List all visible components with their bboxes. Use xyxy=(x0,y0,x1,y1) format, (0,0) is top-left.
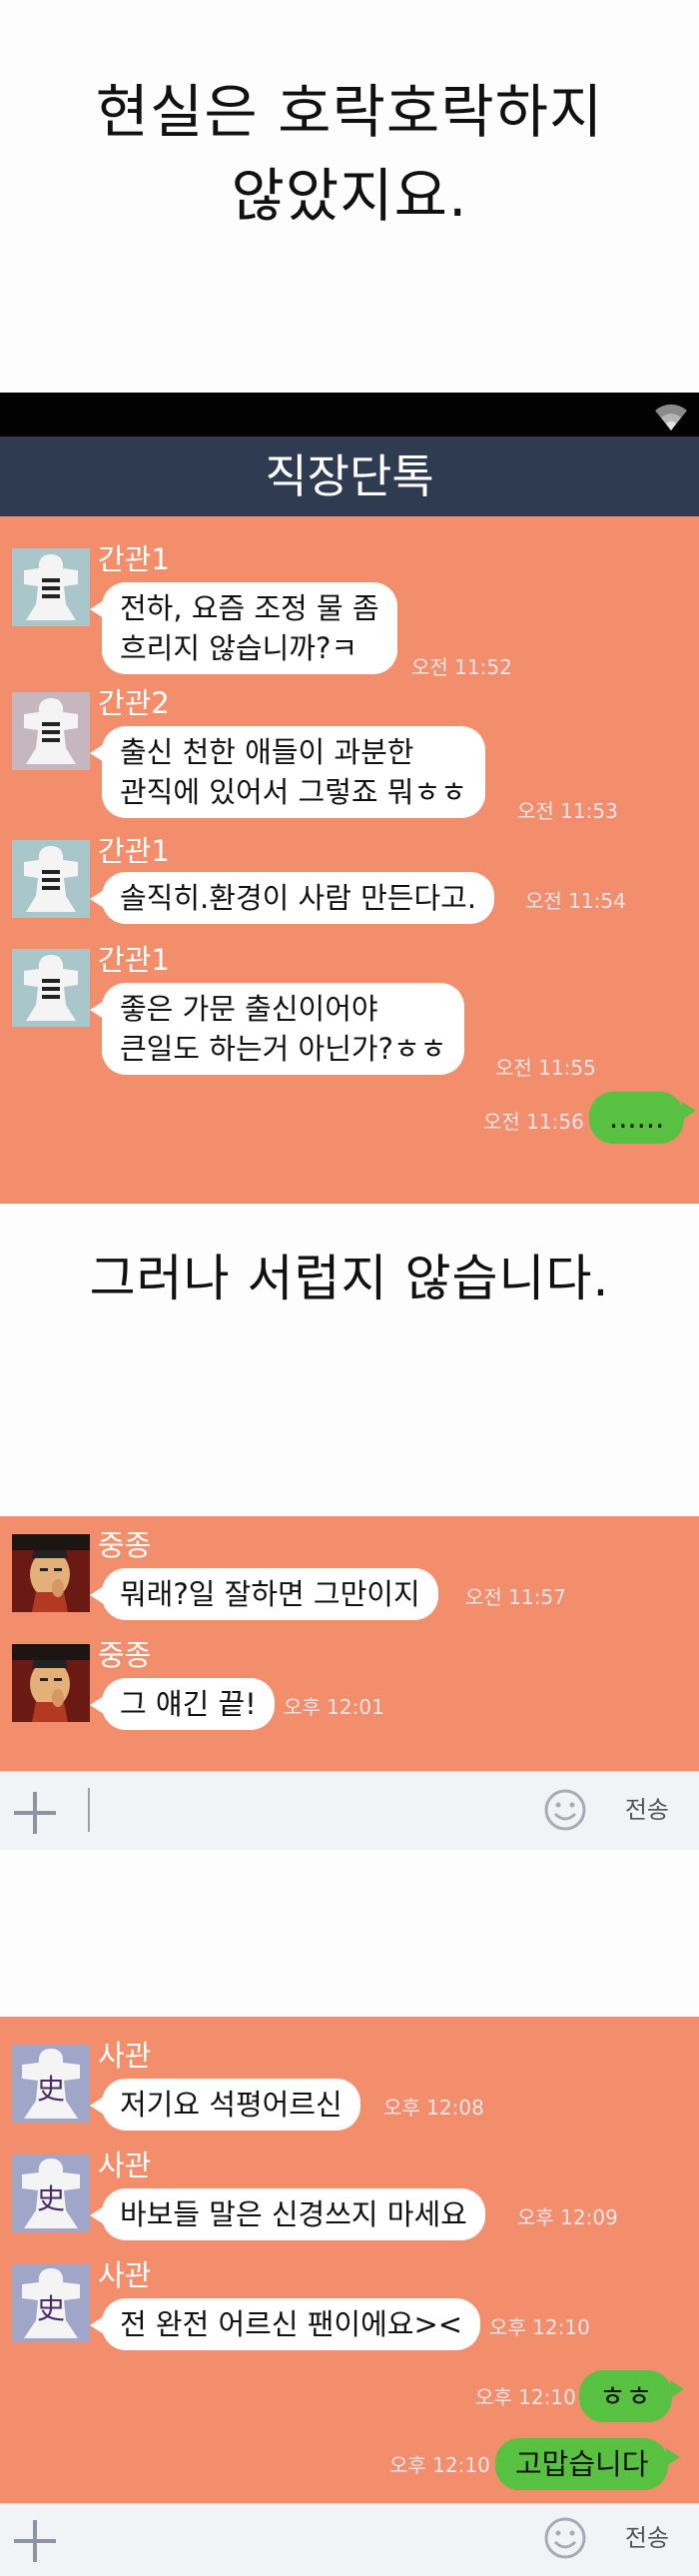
plus-icon[interactable] xyxy=(12,1790,58,1836)
message-time: 오후 12:10 xyxy=(489,2315,590,2339)
chat-title-bar: 직장단톡 xyxy=(0,436,699,516)
king-avatar-icon xyxy=(12,1534,90,1612)
caption-top: 현실은 호락호락하지 않았지요. xyxy=(0,70,699,238)
sender-name: 중종 xyxy=(98,1638,152,1672)
message-bubble[interactable]: 출신 천한 애들이 과분한 관직에 있어서 그렇죠 뭐ㅎㅎ xyxy=(90,726,485,818)
message-bubble[interactable]: 솔직히.환경이 사람 만든다고. xyxy=(89,872,495,924)
my-message-bubble[interactable]: ...... xyxy=(589,1092,697,1144)
message-text-line1: 좋은 가문 출신이어야 xyxy=(120,992,378,1026)
avatar[interactable] xyxy=(12,840,90,918)
message-text-line2: 관직에 있어서 그렇죠 뭐ㅎㅎ xyxy=(120,775,467,809)
message-bubble[interactable]: 전하, 요즘 조정 물 좀 흐리지 않습니까?ㅋ xyxy=(90,582,397,674)
message-text: 솔직히.환경이 사람 만든다고. xyxy=(120,881,477,915)
my-message-time: 오후 12:10 xyxy=(475,2385,576,2409)
sender-name: 사관 xyxy=(98,2039,152,2073)
my-message-bubble[interactable]: ㅎㅎ xyxy=(579,2370,685,2422)
avatar[interactable] xyxy=(12,692,90,770)
my-message-time: 오전 11:56 xyxy=(483,1110,584,1134)
avatar[interactable] xyxy=(12,949,90,1027)
send-button[interactable]: 전송 xyxy=(625,1794,669,1826)
message-time: 오후 12:08 xyxy=(383,2096,484,2120)
chat-area-1: 간관1 전하, 요즘 조정 물 좀 흐리지 않습니까?ㅋ 오전 11:52 간관… xyxy=(0,516,699,1204)
message-bubble[interactable]: 그 얘긴 끝! xyxy=(90,1678,275,1730)
caption-middle: 그러나 서럽지 않습니다. xyxy=(89,1250,610,1307)
sender-name: 간관1 xyxy=(98,943,170,977)
caption-top-line1: 현실은 호락호락하지 xyxy=(95,78,604,146)
message-time: 오후 12:09 xyxy=(517,2205,618,2229)
avatar[interactable] xyxy=(12,1534,90,1612)
official-avatar-icon xyxy=(12,949,90,1027)
message-text-line2: 큰일도 하는거 아닌가?ㅎㅎ xyxy=(120,1032,447,1066)
message-bubble[interactable]: 저기요 석평어르신 xyxy=(90,2079,360,2131)
text-input-cursor[interactable] xyxy=(88,1788,90,1832)
message-text: 바보들 말은 신경쓰지 마세요 xyxy=(120,2197,467,2231)
emoticon-icon[interactable] xyxy=(543,1788,587,1832)
message-input-bar: 전송 xyxy=(0,2503,699,2576)
avatar[interactable]: 史 xyxy=(12,2264,90,2342)
avatar[interactable]: 史 xyxy=(12,2045,90,2123)
scribe-avatar-icon: 史 xyxy=(12,2154,90,2232)
message-text-line1: 전하, 요즘 조정 물 좀 xyxy=(120,591,379,625)
sender-name: 간관1 xyxy=(98,542,170,576)
sender-name: 간관2 xyxy=(98,686,170,720)
scribe-glyph: 史 xyxy=(37,2182,65,2215)
message-bubble[interactable]: 바보들 말은 신경쓰지 마세요 xyxy=(90,2188,485,2240)
plus-icon[interactable] xyxy=(12,2518,58,2564)
avatar[interactable] xyxy=(12,1644,90,1722)
scribe-glyph: 史 xyxy=(37,2292,65,2325)
message-text-line1: 출신 천한 애들이 과분한 xyxy=(120,735,414,769)
message-time: 오전 11:57 xyxy=(465,1585,566,1609)
my-message-time: 오후 12:10 xyxy=(389,2453,490,2477)
caption-top-line2: 않았지요. xyxy=(231,162,468,230)
avatar[interactable] xyxy=(12,548,90,626)
message-bubble[interactable]: 뭐래?일 잘하면 그만이지 xyxy=(90,1568,438,1620)
message-text: 저기요 석평어르신 xyxy=(120,2088,343,2122)
message-time: 오전 11:55 xyxy=(495,1056,596,1080)
message-bubble[interactable]: 좋은 가문 출신이어야 큰일도 하는거 아닌가?ㅎㅎ xyxy=(89,983,465,1075)
avatar[interactable]: 史 xyxy=(12,2154,90,2232)
scribe-glyph: 史 xyxy=(37,2073,65,2106)
message-time: 오전 11:54 xyxy=(525,889,626,913)
official-avatar-icon xyxy=(12,840,90,918)
message-bubble[interactable]: 전 완전 어르신 팬이에요>< xyxy=(89,2298,481,2350)
official-avatar-icon xyxy=(12,548,90,626)
message-text: 그 얘긴 끝! xyxy=(120,1687,257,1721)
chat-area-2: 중종 뭐래?일 잘하면 그만이지 오전 11:57 중종 그 얘긴 끝! 오후 … xyxy=(0,1516,699,1771)
sender-name: 사관 xyxy=(98,2148,152,2182)
message-text: 뭐래?일 잘하면 그만이지 xyxy=(120,1577,420,1611)
message-text-line2: 흐리지 않습니까?ㅋ xyxy=(120,631,358,665)
scribe-avatar-icon: 史 xyxy=(12,2045,90,2123)
chat-title: 직장단톡 xyxy=(265,449,434,503)
wifi-icon xyxy=(655,404,687,430)
message-text: 전 완전 어르신 팬이에요>< xyxy=(120,2307,463,2341)
message-time: 오전 11:52 xyxy=(411,655,512,679)
king-avatar-icon xyxy=(12,1644,90,1722)
sender-name: 간관1 xyxy=(98,834,170,868)
scribe-avatar-icon: 史 xyxy=(12,2264,90,2342)
official-avatar-icon xyxy=(12,692,90,770)
send-button[interactable]: 전송 xyxy=(625,2522,669,2554)
message-time: 오후 12:01 xyxy=(284,1695,384,1719)
emoticon-icon[interactable] xyxy=(543,2516,587,2560)
message-time: 오전 11:53 xyxy=(517,799,618,823)
status-bar xyxy=(0,393,699,436)
sender-name: 중종 xyxy=(98,1528,152,1562)
sender-name: 사관 xyxy=(98,2258,152,2292)
chat-area-3: 史 사관 저기요 석평어르신 오후 12:08 史 사관 바보들 말은 신경쓰지… xyxy=(0,2017,699,2503)
my-message-bubble[interactable]: 고맙습니다 xyxy=(495,2438,681,2490)
message-input-bar: 전송 xyxy=(0,1771,699,1850)
